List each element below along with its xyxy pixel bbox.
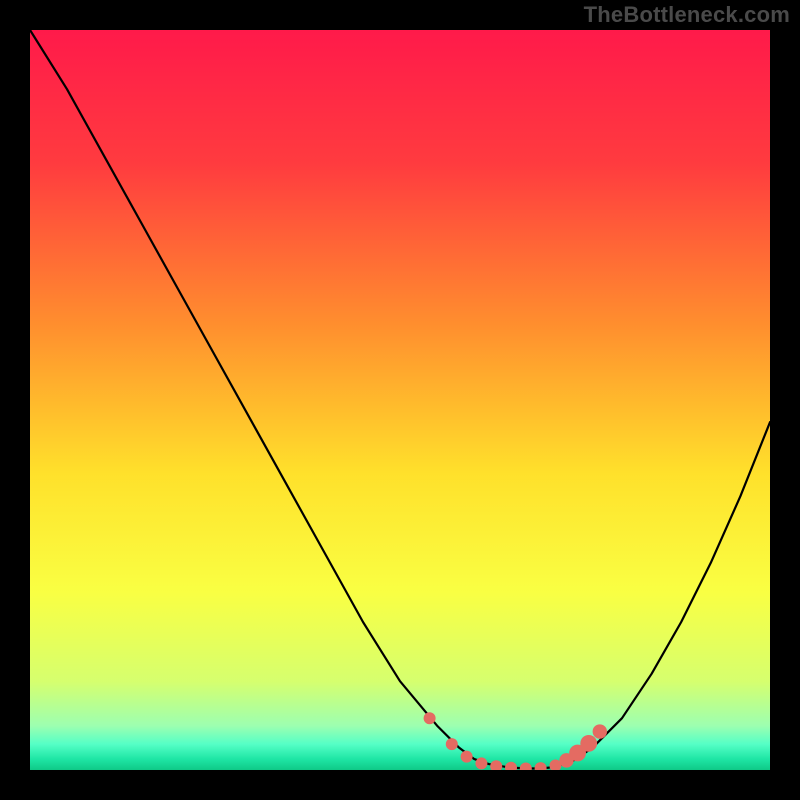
curve-marker [461,751,473,763]
curve-marker [580,735,597,752]
frame-left [0,0,30,800]
curve-marker [593,724,607,738]
chart-svg [0,0,800,800]
curve-marker [424,712,436,724]
curve-marker [475,757,487,769]
frame-right [770,0,800,800]
watermark-text: TheBottleneck.com [584,2,790,28]
frame-bottom [0,770,800,800]
curve-marker [446,738,458,750]
chart-stage: TheBottleneck.com [0,0,800,800]
